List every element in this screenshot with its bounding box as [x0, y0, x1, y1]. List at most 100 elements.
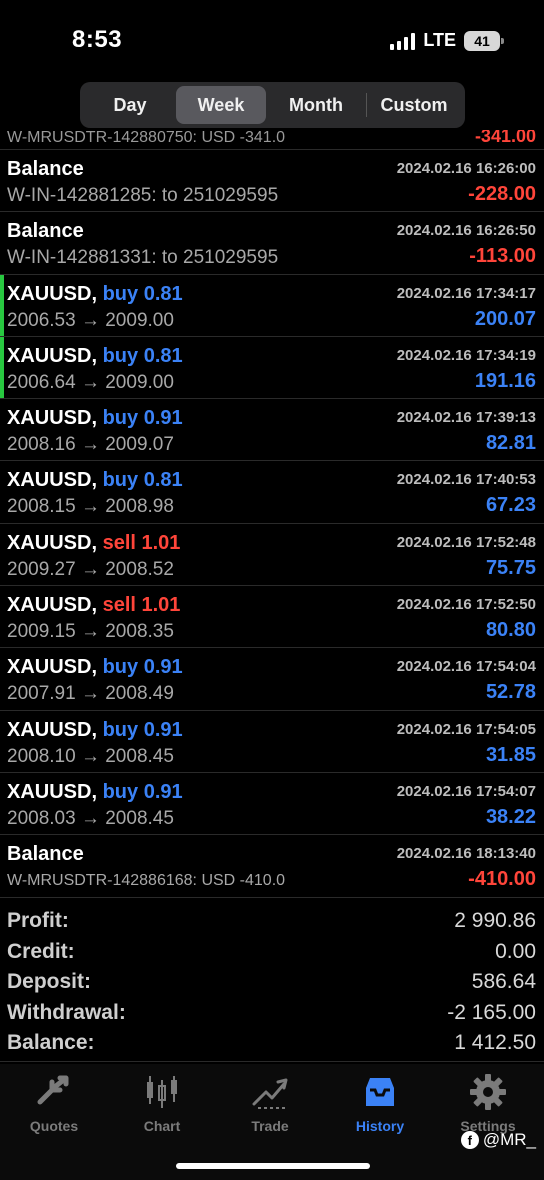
balance-row[interactable]: Balance 2024.02.16 16:26:00 W-IN-142881285…: [0, 150, 544, 213]
deal-prices: 2008.03 → 2008.45: [7, 807, 174, 829]
deal-time: 2024.02.16 17:39:13: [396, 409, 536, 427]
summary-deposit: Deposit: 586.64: [0, 967, 544, 998]
deal-prices: 2006.53 → 2009.00: [7, 309, 174, 331]
period-week-button[interactable]: Week: [176, 86, 266, 124]
deal-symbol: XAUUSD,: [7, 469, 98, 492]
deal-direction-volume: sell 1.01: [102, 594, 181, 617]
trade-row[interactable]: XAUUSD, buy 0.91 2024.02.16 17:54:04 2007.…: [0, 648, 544, 711]
history-icon: [366, 1078, 394, 1106]
tab-settings[interactable]: Settings: [434, 1072, 542, 1134]
deal-time: 2024.02.16 17:54:05: [396, 720, 536, 738]
deal-symbol: XAUUSD,: [7, 656, 98, 679]
deal-title: XAUUSD, buy 0.91: [7, 656, 183, 679]
deal-comment: W-IN-142881331: to 251029595: [7, 247, 279, 269]
deal-title: Balance: [7, 843, 84, 866]
trade-row[interactable]: XAUUSD, buy 0.81 2024.02.16 17:34:19 2006.…: [0, 336, 544, 400]
deal-time: 2024.02.16 17:52:48: [396, 533, 536, 551]
quotes-icon: [37, 1075, 69, 1105]
deal-direction-volume: buy 0.81: [102, 344, 183, 367]
deal-direction-volume: buy 0.91: [102, 780, 183, 803]
deal-title: XAUUSD, buy 0.81: [7, 469, 183, 492]
deal-amount: -228.00: [468, 183, 536, 205]
history-list[interactable]: W-MRUSDTR-142880750: USD -341.0 -341.00 …: [0, 130, 544, 898]
tab-history[interactable]: History: [326, 1072, 434, 1134]
summary-value: 0.00: [495, 939, 536, 963]
account-summary: Profit: 2 990.86 Credit: 0.00 Deposit: 586.…: [0, 906, 544, 1062]
deal-prices: 2008.15 → 2008.98: [7, 496, 174, 518]
deal-time: 2024.02.16 17:54:04: [396, 658, 536, 676]
deal-title: XAUUSD, buy 0.91: [7, 407, 183, 430]
deal-title: XAUUSD, sell 1.01: [7, 594, 180, 617]
summary-credit: Credit: 0.00: [0, 937, 544, 968]
list-item-partial[interactable]: W-MRUSDTR-142880750: USD -341.0 -341.00: [0, 130, 544, 150]
tab-trade[interactable]: Trade: [216, 1072, 324, 1134]
deal-symbol: XAUUSD,: [7, 531, 98, 554]
tab-chart[interactable]: Chart: [108, 1072, 216, 1134]
balance-row[interactable]: Balance 2024.02.16 16:26:50 W-IN-142881331…: [0, 212, 544, 275]
period-custom-button[interactable]: Custom: [367, 86, 461, 124]
summary-value: 2 990.86: [454, 909, 536, 932]
deal-amount: 80.80: [485, 619, 536, 642]
trade-row[interactable]: XAUUSD, buy 0.91 2024.02.16 17:39:13 2008.…: [0, 399, 544, 462]
home-indicator: [176, 1163, 370, 1169]
chart-icon: [147, 1076, 177, 1108]
deal-amount: -113.00: [469, 245, 536, 268]
deal-title: XAUUSD, buy 0.81: [7, 283, 183, 306]
deal-comment: W-MRUSDTR-142880750: USD -341.0: [7, 130, 286, 146]
deal-comment: W-IN-142881285: to 251029595: [7, 185, 279, 206]
balance-row[interactable]: Balance 2024.02.16 18:13:40 W-MRUSDTR-1428…: [0, 835, 544, 898]
deal-amount: 52.78: [485, 681, 536, 704]
summary-value: 586.64: [471, 970, 536, 994]
summary-label: Withdrawal:: [7, 1000, 126, 1024]
deal-amount: -341.00: [474, 130, 536, 146]
trade-row[interactable]: XAUUSD, buy 0.91 2024.02.16 17:54:07 2008.…: [0, 773, 544, 836]
deal-time: 2024.02.16 16:26:00: [396, 160, 536, 177]
deal-time: 2024.02.16 18:13:40: [396, 845, 536, 863]
tab-label: Trade: [251, 1118, 289, 1134]
trade-icon: [252, 1078, 288, 1109]
deal-symbol: XAUUSD,: [7, 344, 98, 367]
deal-symbol: XAUUSD,: [7, 594, 98, 617]
deal-direction-volume: buy 0.91: [102, 718, 183, 741]
summary-label: Profit:: [7, 909, 69, 932]
deal-title: Balance: [7, 158, 84, 180]
trade-row[interactable]: XAUUSD, buy 0.81 2024.02.16 17:40:53 2008.…: [0, 461, 544, 524]
deal-time: 2024.02.16 17:34:17: [396, 284, 536, 302]
deal-prices: 2008.10 → 2008.45: [7, 745, 174, 767]
trade-row[interactable]: XAUUSD, buy 0.91 2024.02.16 17:54:05 2008.…: [0, 711, 544, 773]
trade-row[interactable]: XAUUSD, buy 0.81 2024.02.16 17:34:17 2006.…: [0, 274, 544, 337]
tab-label: Chart: [143, 1118, 181, 1134]
deal-prices: 2009.27 → 2008.52: [7, 558, 174, 580]
deal-amount: 75.75: [485, 556, 536, 579]
deal-amount: 31.85: [485, 743, 536, 766]
deal-prices: 2008.16 → 2009.07: [7, 434, 174, 456]
period-month-button[interactable]: Month: [266, 86, 366, 124]
deal-prices: 2007.91 → 2008.49: [7, 683, 174, 705]
trade-row[interactable]: XAUUSD, sell 1.01 2024.02.16 17:52:50 2009…: [0, 586, 544, 649]
period-day-button[interactable]: Day: [84, 86, 176, 124]
battery-level: 41: [474, 32, 490, 49]
deal-comment: W-MRUSDTR-142886168: USD -410.0: [7, 872, 286, 890]
deal-time: 2024.02.16 17:40:53: [396, 471, 536, 489]
deal-direction-volume: buy 0.81: [102, 469, 183, 492]
deal-amount: 82.81: [485, 432, 536, 455]
tab-label: History: [355, 1118, 405, 1134]
deal-time: 2024.02.16 16:26:50: [396, 222, 536, 240]
deal-title: Balance: [7, 220, 84, 243]
battery-icon: 41: [464, 30, 504, 51]
deal-direction-volume: buy 0.91: [102, 656, 183, 679]
deal-prices: 2006.64 → 2009.00: [7, 371, 174, 393]
status-bar: 8:53 LTE 41: [0, 0, 544, 80]
deal-amount: 67.23: [485, 494, 536, 517]
deal-title: XAUUSD, buy 0.91: [7, 781, 183, 804]
deal-time: 2024.02.16 17:34:19: [396, 346, 536, 364]
settings-icon: [470, 1074, 506, 1110]
deal-prices: 2009.15 → 2008.35: [7, 621, 174, 643]
trade-row[interactable]: XAUUSD, sell 1.01 2024.02.16 17:52:48 2009…: [0, 524, 544, 587]
deal-symbol: XAUUSD,: [7, 718, 98, 741]
tab-quotes[interactable]: Quotes: [0, 1072, 108, 1134]
deal-amount: 38.22: [485, 805, 536, 828]
deal-symbol: XAUUSD,: [7, 780, 98, 803]
signal-icon: [390, 32, 416, 50]
summary-profit: Profit: 2 990.86: [0, 906, 544, 937]
